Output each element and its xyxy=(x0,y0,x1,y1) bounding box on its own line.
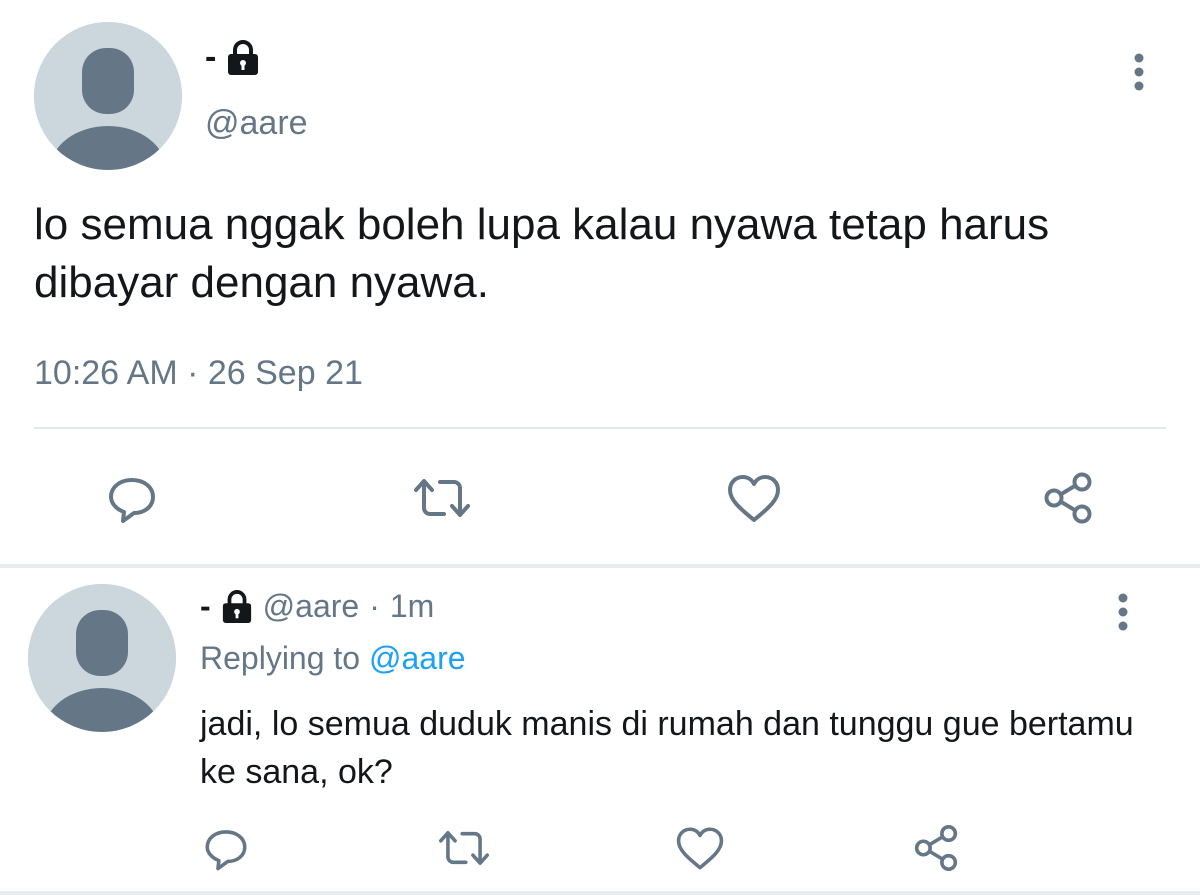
reply-button[interactable] xyxy=(194,816,258,880)
heart-icon xyxy=(676,827,724,870)
relative-time[interactable]: 1m xyxy=(390,588,434,625)
reply-header: - @aare · 1m xyxy=(200,588,434,625)
timestamp[interactable]: 10:26 AM · 26 Sep 21 xyxy=(34,354,363,393)
reply-icon xyxy=(205,830,247,871)
reply-tweet: - @aare · 1m Replying to @aare jadi, lo … xyxy=(0,568,1200,895)
bottom-divider xyxy=(0,891,1200,895)
more-options-icon[interactable] xyxy=(1126,50,1152,94)
default-avatar-icon xyxy=(34,22,182,170)
replying-to-mention[interactable]: @aare xyxy=(369,640,466,676)
retweet-button[interactable] xyxy=(410,466,474,530)
display-name-text: - xyxy=(205,38,217,76)
lock-icon xyxy=(221,589,253,624)
reply-icon xyxy=(109,478,155,523)
main-tweet: - @aare lo semua nggak boleh lupa kalau … xyxy=(0,0,1200,564)
default-avatar-icon xyxy=(28,584,176,732)
share-button[interactable] xyxy=(904,816,968,880)
divider xyxy=(34,427,1166,429)
avatar[interactable] xyxy=(28,584,176,732)
avatar[interactable] xyxy=(34,22,182,170)
meta-separator: · xyxy=(369,588,380,624)
share-icon xyxy=(914,825,958,871)
lock-icon xyxy=(226,39,260,76)
display-name[interactable]: - xyxy=(205,38,260,77)
share-button[interactable] xyxy=(1036,466,1100,530)
like-button[interactable] xyxy=(668,816,732,880)
share-icon xyxy=(1044,472,1092,524)
username-handle[interactable]: @aare xyxy=(263,588,360,625)
retweet-button[interactable] xyxy=(432,816,496,880)
like-button[interactable] xyxy=(722,466,786,530)
tweet-text: jadi, lo semua duduk manis di rumah dan … xyxy=(200,705,1134,791)
heart-icon xyxy=(728,475,780,522)
replying-to: Replying to @aare xyxy=(200,640,466,677)
tweet-text: lo semua nggak boleh lupa kalau nyawa te… xyxy=(34,200,1050,307)
retweet-icon xyxy=(439,831,489,865)
username-handle[interactable]: @aare xyxy=(205,104,308,143)
more-options-icon[interactable] xyxy=(1110,590,1136,634)
display-name[interactable]: - xyxy=(200,588,211,625)
replying-to-label: Replying to xyxy=(200,640,361,676)
retweet-icon xyxy=(414,479,470,517)
reply-button[interactable] xyxy=(100,466,164,530)
